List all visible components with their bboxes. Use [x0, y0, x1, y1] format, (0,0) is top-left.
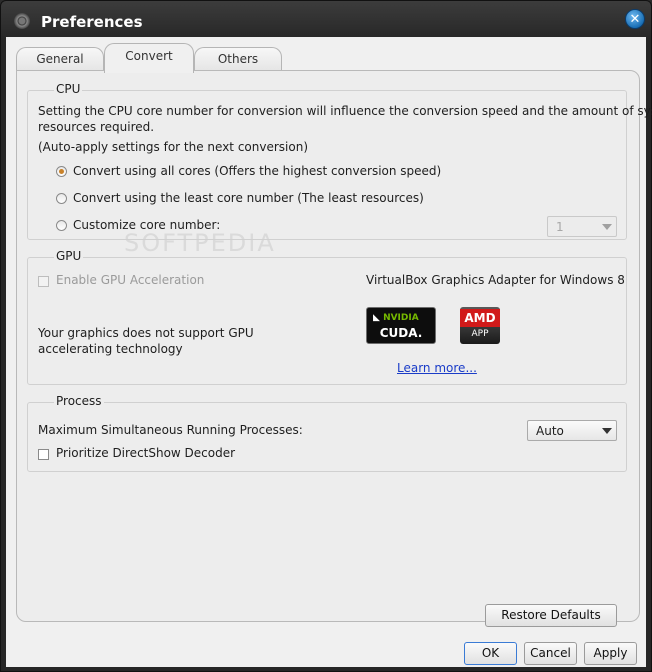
radio-all-cores[interactable]: [56, 166, 67, 177]
tab-others[interactable]: Others: [194, 47, 282, 72]
window-title: Preferences: [41, 13, 143, 31]
core-number-select[interactable]: 1: [547, 216, 617, 237]
learn-more-link[interactable]: Learn more...: [397, 361, 477, 375]
gpu-not-supported-line2: accelerating technology: [38, 342, 183, 356]
radio-all-cores-label[interactable]: Convert using all cores (Offers the high…: [73, 164, 441, 178]
gpu-group-title: GPU: [54, 249, 84, 263]
radio-customize-cores[interactable]: [56, 220, 67, 231]
core-number-value: 1: [556, 220, 564, 234]
apply-button[interactable]: Apply: [584, 642, 637, 665]
radio-least-cores-label[interactable]: Convert using the least core number (The…: [73, 191, 424, 205]
cpu-description-line1: Setting the CPU core number for conversi…: [38, 104, 652, 118]
chevron-down-icon: [602, 224, 612, 230]
close-icon[interactable]: ✕: [625, 9, 645, 29]
title-bar[interactable]: Preferences ✕: [1, 1, 651, 39]
app-reel-icon: [14, 13, 30, 29]
cuda-text: CUDA.: [379, 326, 423, 340]
chevron-down-icon: [602, 428, 612, 434]
auto-apply-note: (Auto-apply settings for the next conver…: [38, 140, 308, 154]
gpu-adapter-name: VirtualBox Graphics Adapter for Windows …: [366, 273, 625, 287]
max-processes-select[interactable]: Auto: [527, 420, 617, 441]
gpu-group: GPU Enable GPU Acceleration VirtualBox G…: [27, 249, 627, 385]
enable-gpu-label[interactable]: Enable GPU Acceleration: [56, 273, 204, 287]
ok-button[interactable]: OK: [464, 642, 517, 665]
nvidia-eye-icon: ◣ NVIDIA: [373, 313, 419, 323]
max-processes-label: Maximum Simultaneous Running Processes:: [38, 423, 303, 437]
process-group-title: Process: [54, 394, 104, 408]
nvidia-cuda-logo: ◣ NVIDIA CUDA.: [366, 307, 436, 344]
radio-customize-cores-label[interactable]: Customize core number:: [73, 218, 220, 232]
process-group: Process Maximum Simultaneous Running Pro…: [27, 394, 627, 472]
cpu-description-line2: resources required.: [38, 120, 155, 134]
restore-defaults-button[interactable]: Restore Defaults: [485, 604, 617, 627]
tab-general[interactable]: General: [16, 47, 104, 72]
directshow-label[interactable]: Prioritize DirectShow Decoder: [56, 446, 235, 460]
amd-app-logo: AMD APP: [460, 307, 500, 344]
nvidia-brand: NVIDIA: [383, 313, 419, 323]
app-text: APP: [471, 329, 489, 339]
cpu-group: CPU Setting the CPU core number for conv…: [27, 82, 652, 240]
gpu-not-supported-line1: Your graphics does not support GPU: [38, 326, 254, 340]
tab-convert[interactable]: Convert: [104, 43, 194, 73]
radio-least-cores[interactable]: [56, 193, 67, 204]
cpu-group-title: CPU: [54, 82, 83, 96]
cancel-button[interactable]: Cancel: [524, 642, 577, 665]
directshow-checkbox[interactable]: [38, 449, 49, 460]
convert-tab-panel: SOFTPEDIA CPU Setting the CPU core numbe…: [16, 70, 652, 627]
preferences-window: Preferences ✕ General Convert Others SOF…: [0, 0, 652, 672]
max-processes-value: Auto: [536, 424, 564, 438]
amd-text: AMD: [460, 309, 500, 327]
client-area: General Convert Others SOFTPEDIA CPU Set…: [6, 37, 652, 667]
enable-gpu-checkbox[interactable]: [38, 276, 49, 287]
